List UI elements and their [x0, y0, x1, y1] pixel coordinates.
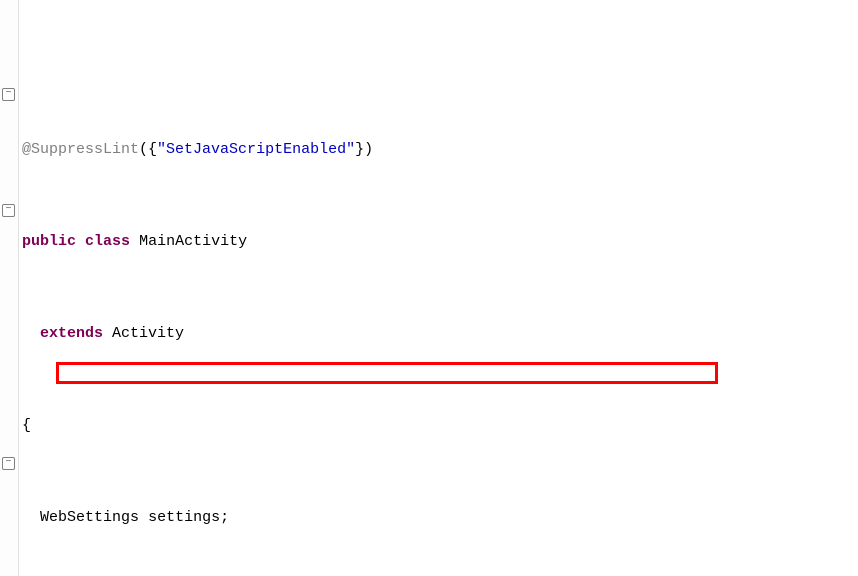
code-editor: @SuppressLint({"SetJavaScriptEnabled"}) …	[0, 0, 858, 576]
highlight-box	[56, 362, 718, 384]
code-line: public class MainActivity	[22, 230, 553, 253]
code-line: WebSettings settings;	[22, 506, 553, 529]
gutter	[0, 0, 19, 576]
string-literal: "SetJavaScriptEnabled"	[157, 141, 355, 158]
code-area[interactable]: @SuppressLint({"SetJavaScriptEnabled"}) …	[19, 0, 556, 576]
code-line: extends Activity	[22, 322, 553, 345]
code-line: {	[22, 414, 553, 437]
annotation: @SuppressLint	[22, 141, 139, 158]
fold-icon[interactable]	[2, 204, 15, 217]
class-name: MainActivity	[139, 233, 247, 250]
fold-icon[interactable]	[2, 88, 15, 101]
code-line: @SuppressLint({"SetJavaScriptEnabled"})	[22, 138, 553, 161]
fold-icon[interactable]	[2, 457, 15, 470]
